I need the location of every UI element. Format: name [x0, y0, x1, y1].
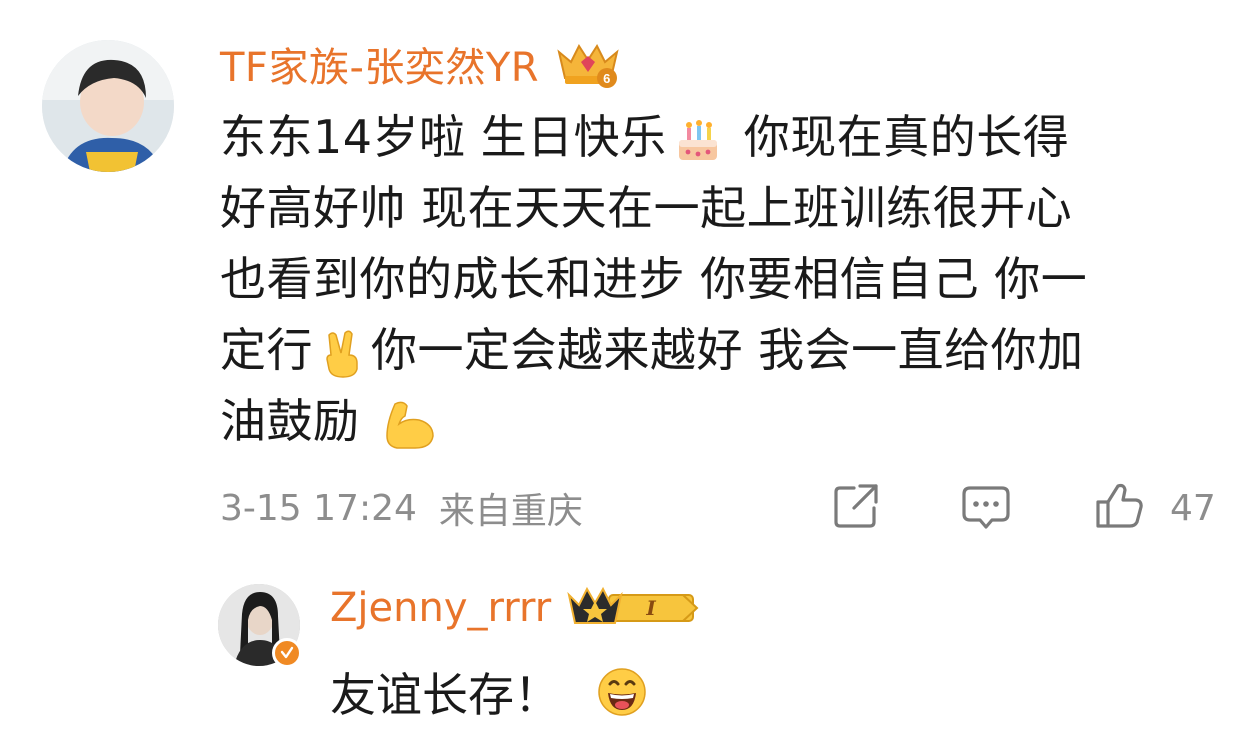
verified-badge-icon	[272, 638, 302, 668]
reply-username[interactable]: Zjenny_rrrr I	[330, 580, 705, 636]
share-icon[interactable]	[830, 480, 882, 532]
svg-text:I: I	[645, 596, 656, 620]
comment-date: 3-15 17:24	[220, 487, 417, 529]
comment-meta: 3-15 17:24 来自重庆	[220, 480, 583, 536]
flexed-biceps-icon	[385, 401, 434, 449]
avatar[interactable]	[42, 40, 174, 172]
comment-line-2: 好高好帅 现在天天在一起上班训练很开心	[220, 181, 1073, 235]
comment-line-4: 定行 你一定会越来越好 我会一直给你加	[220, 323, 1084, 378]
comment-line-3: 也看到你的成长和进步 你要相信自己 你一	[220, 252, 1088, 306]
comment-username-text[interactable]: TF家族-张奕然YR	[220, 35, 539, 93]
svg-text:6: 6	[603, 71, 611, 86]
grinning-face-icon	[598, 668, 646, 716]
reply-body: 友谊长存！	[330, 662, 654, 722]
reply-username-text[interactable]: Zjenny_rrrr	[330, 585, 551, 631]
comment-location: 来自重庆	[438, 491, 583, 532]
birthday-cake-icon	[678, 119, 717, 160]
victory-hand-icon	[326, 330, 358, 378]
reply-text: 友谊长存！	[330, 668, 560, 722]
comment-icon[interactable]	[960, 480, 1012, 532]
crown-level-1-icon: I	[567, 586, 699, 624]
like-icon[interactable]	[1094, 480, 1146, 532]
comment-body: 东东14岁啦 生日快乐 你现在真的长得 好高好帅 现在天天在一起上班训练很开心 …	[220, 102, 1220, 457]
comment-line-1: 东东14岁啦 生日快乐 你现在真的长得	[220, 110, 1070, 164]
avatar-image	[42, 40, 174, 172]
like-count: 47	[1170, 487, 1216, 529]
comment-line-5: 油鼓励	[220, 386, 1220, 457]
comment-username[interactable]: TF家族-张奕然YR 6	[220, 36, 623, 92]
crown-level-6-icon: 6	[557, 43, 619, 88]
